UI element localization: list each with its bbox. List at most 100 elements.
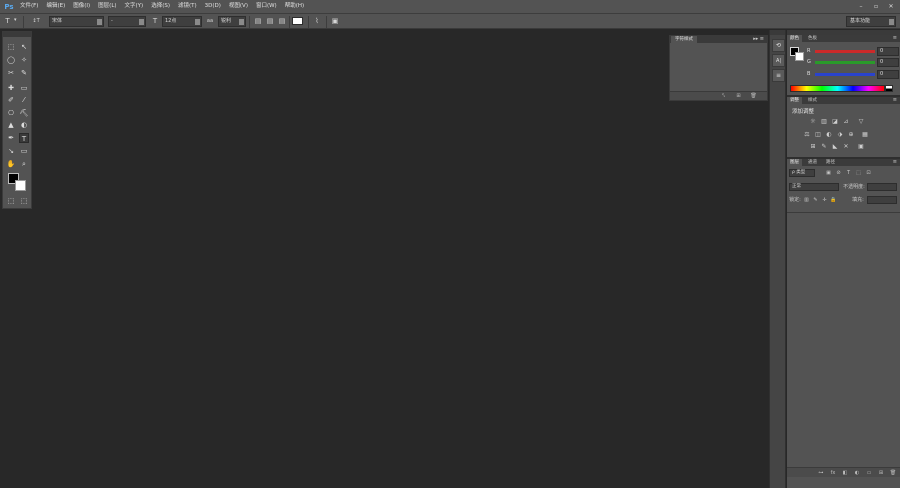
menu-help[interactable]: 帮助(H): [281, 0, 308, 13]
eraser-tool-icon[interactable]: ⎔: [6, 108, 16, 118]
blur-tool-icon[interactable]: ▲: [6, 120, 16, 130]
color-spectrum-bar[interactable]: [790, 85, 885, 92]
canvas-area[interactable]: [34, 30, 768, 488]
channel-mixer-icon[interactable]: ⊕: [847, 131, 855, 139]
antialias-select[interactable]: 锐利: [218, 16, 246, 27]
panel-menu-icon[interactable]: ≡: [893, 159, 897, 166]
history-brush-tool-icon[interactable]: ⁄: [19, 95, 29, 105]
align-left-icon[interactable]: ▤: [253, 16, 263, 27]
close-icon[interactable]: ✕: [887, 3, 895, 10]
exposure-icon[interactable]: ⊿: [842, 118, 850, 126]
menu-file[interactable]: 文件(F): [16, 0, 42, 13]
menu-select[interactable]: 选择(S): [147, 0, 174, 13]
menu-layer[interactable]: 图层(L): [94, 0, 120, 13]
history-panel-icon[interactable]: ⟲: [772, 39, 785, 52]
trash-icon[interactable]: 🗑: [889, 469, 897, 477]
invert-icon[interactable]: ⊞: [809, 143, 817, 151]
smart-object-filter-icon[interactable]: ⊡: [865, 169, 872, 177]
opacity-field[interactable]: [867, 183, 897, 191]
menu-3d[interactable]: 3D(D): [201, 0, 225, 13]
path-select-tool-icon[interactable]: ↘: [6, 146, 16, 156]
tab-styles[interactable]: 样式: [805, 97, 820, 104]
color-panel-background-swatch[interactable]: [795, 52, 804, 61]
red-slider[interactable]: [815, 50, 875, 53]
tab-adjustments[interactable]: 调整: [787, 97, 802, 104]
text-orientation-icon[interactable]: ↕T: [30, 16, 42, 27]
rectangle-tool-icon[interactable]: ▭: [19, 146, 29, 156]
pixel-filter-icon[interactable]: ▣: [825, 169, 832, 177]
clear-override-icon[interactable]: ⤣: [720, 93, 727, 100]
tools-panel-header[interactable]: [3, 32, 31, 37]
menu-view[interactable]: 视图(V): [225, 0, 252, 13]
dock-header[interactable]: [770, 30, 785, 35]
menu-filter[interactable]: 滤镜(T): [174, 0, 201, 13]
selective-color-icon[interactable]: ✕: [842, 143, 850, 151]
font-family-select[interactable]: 宋体: [49, 16, 104, 27]
character-panel-icon[interactable]: ▣: [330, 16, 340, 27]
blend-mode-select[interactable]: 正常: [789, 183, 839, 191]
brush-tool-icon[interactable]: ▭: [19, 83, 29, 93]
black-white-icon[interactable]: ◐: [825, 131, 833, 139]
healing-brush-tool-icon[interactable]: ✚: [6, 83, 16, 93]
quick-select-tool-icon[interactable]: ✧: [19, 55, 29, 65]
type-tool-icon[interactable]: T: [19, 133, 29, 143]
blue-value-field[interactable]: 0: [877, 70, 899, 79]
maximize-icon[interactable]: ▫: [872, 3, 880, 10]
tab-layers[interactable]: 图层: [787, 159, 802, 166]
gradient-tool-icon[interactable]: ⛏: [19, 108, 29, 118]
new-layer-icon[interactable]: ⊞: [877, 469, 885, 477]
threshold-icon[interactable]: ◣: [831, 143, 839, 151]
curves-icon[interactable]: ◪: [831, 118, 839, 126]
align-center-icon[interactable]: ▤: [265, 16, 275, 27]
eyedropper-tool-icon[interactable]: ✎: [19, 68, 29, 78]
gradient-map-icon[interactable]: ▣: [857, 143, 865, 151]
clone-stamp-tool-icon[interactable]: ✐: [6, 95, 16, 105]
screen-mode-icon[interactable]: ⬚: [19, 196, 29, 206]
new-group-icon[interactable]: ▭: [865, 469, 873, 477]
paragraph-panel-icon[interactable]: ≡: [772, 69, 785, 82]
lock-all-icon[interactable]: 🔒: [830, 196, 837, 204]
text-color-swatch[interactable]: [292, 17, 303, 25]
panel-menu-icon[interactable]: ≡: [893, 35, 897, 42]
layer-filter-type-select[interactable]: ρ 类型: [789, 169, 815, 177]
marquee-tool-icon[interactable]: ⬚: [6, 42, 16, 52]
new-style-icon[interactable]: ⊞: [735, 93, 742, 100]
panel-menu-icon[interactable]: ≡: [893, 97, 897, 104]
levels-icon[interactable]: ▥: [820, 118, 828, 126]
tab-character-styles[interactable]: 字符样式: [671, 36, 697, 43]
character-panel-icon[interactable]: A|: [772, 54, 785, 67]
brightness-contrast-icon[interactable]: ☼: [809, 118, 817, 126]
hand-tool-icon[interactable]: ✋: [6, 159, 16, 169]
color-balance-icon[interactable]: ◫: [814, 131, 822, 139]
add-mask-icon[interactable]: ◧: [841, 469, 849, 477]
quick-mask-icon[interactable]: ⬚: [6, 196, 16, 206]
menu-type[interactable]: 文字(Y): [121, 0, 148, 13]
menu-window[interactable]: 窗口(W): [252, 0, 281, 13]
tab-swatches[interactable]: 色板: [805, 35, 820, 42]
photo-filter-icon[interactable]: ⬗: [836, 131, 844, 139]
minimize-icon[interactable]: –: [857, 3, 865, 10]
hue-saturation-icon[interactable]: ⚖: [803, 131, 811, 139]
type-filter-icon[interactable]: T: [845, 169, 852, 177]
panel-menu-icon[interactable]: ▸▸ ≡: [753, 36, 764, 43]
color-lookup-icon[interactable]: ▦: [861, 131, 869, 139]
blue-slider[interactable]: [815, 73, 875, 76]
new-adjustment-layer-icon[interactable]: ◐: [853, 469, 861, 477]
green-slider[interactable]: [815, 61, 875, 64]
pen-tool-icon[interactable]: ✒: [6, 133, 16, 143]
fill-field[interactable]: [867, 196, 897, 204]
layers-list[interactable]: ⊶ fx ◧ ◐ ▭ ⊞ 🗑: [787, 212, 900, 477]
vibrance-icon[interactable]: ▽: [857, 118, 865, 126]
type-tool-icon[interactable]: T: [3, 16, 12, 27]
link-layers-icon[interactable]: ⊶: [817, 469, 825, 477]
crop-tool-icon[interactable]: ✂: [6, 68, 16, 78]
menu-image[interactable]: 图像(I): [69, 0, 94, 13]
lock-transparent-icon[interactable]: ▥: [803, 196, 810, 204]
lock-position-icon[interactable]: ✛: [821, 196, 828, 204]
red-value-field[interactable]: 0: [877, 47, 899, 56]
green-value-field[interactable]: 0: [877, 58, 899, 67]
move-tool-icon[interactable]: ↖: [19, 42, 29, 52]
tab-color[interactable]: 颜色: [787, 35, 802, 42]
panel-header[interactable]: 字符样式 ▸▸ ≡: [670, 36, 767, 43]
tab-paths[interactable]: 路径: [823, 159, 838, 166]
